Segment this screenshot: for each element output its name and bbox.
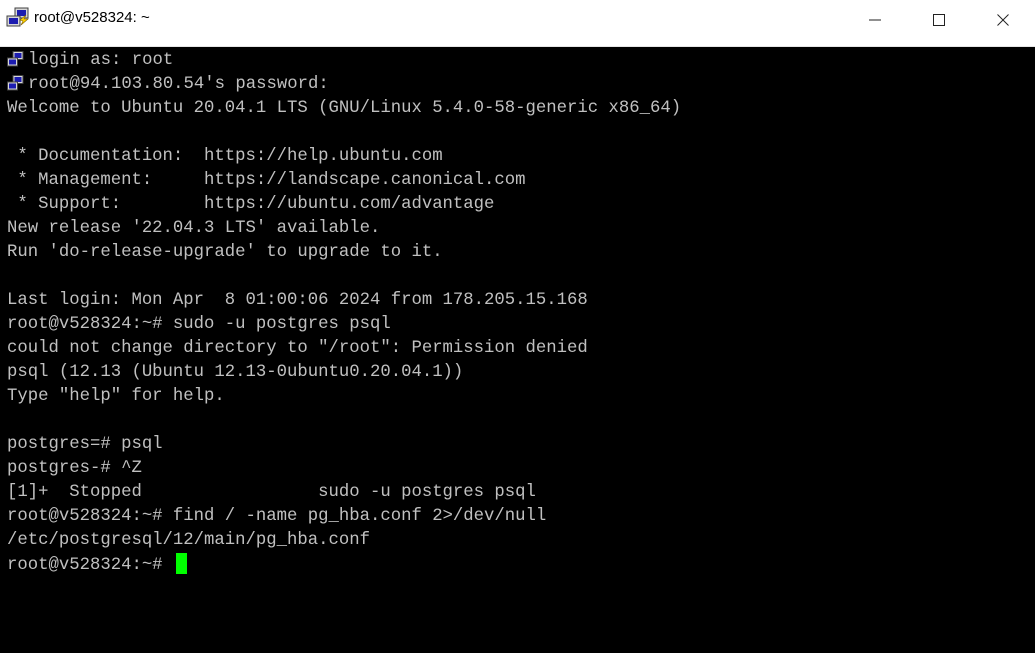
terminal-prompt-line[interactable]: root@v528324:~#: [7, 553, 187, 577]
terminal-line: root@v528324:~# sudo -u postgres psql: [7, 315, 391, 334]
close-button[interactable]: [976, 0, 1030, 40]
terminal-line: * Support: https://ubuntu.com/advantage: [7, 195, 495, 214]
terminal-line: * Documentation: https://help.ubuntu.com: [7, 147, 443, 166]
terminal-line: root@v528324:~# find / -name pg_hba.conf…: [7, 507, 547, 526]
terminal-line: Type "help" for help.: [7, 387, 225, 406]
maximize-button[interactable]: [912, 0, 966, 40]
terminal-line: postgres=# psql: [7, 435, 163, 454]
terminal-line: could not change directory to "/root": P…: [7, 339, 588, 358]
putty-line-icon: [7, 51, 24, 67]
prompt-text: root@v528324:~#: [7, 556, 173, 575]
terminal-line: Run 'do-release-upgrade' to upgrade to i…: [7, 243, 443, 262]
putty-window: root@v528324: ~ login as: root root@94.1…: [0, 0, 1035, 653]
terminal-line: root@94.103.80.54's password:: [7, 73, 329, 97]
title-bar[interactable]: root@v528324: ~: [0, 0, 1035, 47]
terminal-line: Last login: Mon Apr 8 01:00:06 2024 from…: [7, 291, 588, 310]
terminal-line: Welcome to Ubuntu 20.04.1 LTS (GNU/Linux…: [7, 99, 682, 118]
terminal-line: login as: root: [7, 49, 173, 73]
terminal-line: * Management: https://landscape.canonica…: [7, 171, 526, 190]
putty-line-icon: [7, 75, 24, 91]
terminal-line: /etc/postgresql/12/main/pg_hba.conf: [7, 531, 370, 550]
minimize-icon: [869, 19, 881, 21]
minimize-button[interactable]: [848, 0, 902, 40]
terminal-line: postgres-# ^Z: [7, 459, 142, 478]
window-title: root@v528324: ~: [34, 9, 150, 26]
terminal-line: [1]+ Stopped sudo -u postgres psql: [7, 483, 536, 502]
terminal-line: psql (12.13 (Ubuntu 12.13-0ubuntu0.20.04…: [7, 363, 464, 382]
terminal-area[interactable]: login as: root root@94.103.80.54's passw…: [0, 47, 1035, 653]
terminal-line: New release '22.04.3 LTS' available.: [7, 219, 381, 238]
maximize-icon: [933, 14, 945, 26]
putty-app-icon[interactable]: [6, 7, 30, 29]
terminal-cursor: [175, 553, 187, 574]
close-icon: [997, 14, 1009, 26]
